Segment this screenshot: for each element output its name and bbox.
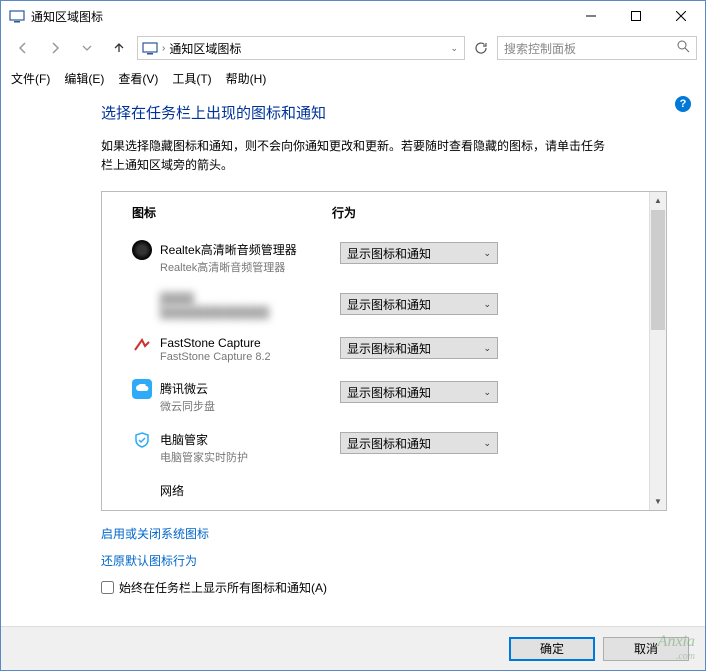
app-icon [132,291,152,311]
refresh-button[interactable] [469,36,493,60]
app-name: 腾讯微云 [160,380,340,397]
link-toggle-system-icons[interactable]: 启用或关闭系统图标 [101,525,685,542]
search-icon [677,40,690,56]
table-row: FastStone CaptureFastStone Capture 8.2显示… [102,327,649,371]
search-placeholder: 搜索控制面板 [504,40,576,57]
chevron-down-icon: ⌄ [483,387,491,398]
maximize-button[interactable] [613,2,658,31]
scrollbar[interactable]: ▲ ▼ [649,192,666,510]
app-subtitle: 微云同步盘 [160,398,340,414]
app-name: 电脑管家 [160,431,340,448]
behavior-select[interactable]: 显示图标和通知⌄ [340,293,498,315]
link-restore-defaults[interactable]: 还原默认图标行为 [101,552,685,569]
ok-button[interactable]: 确定 [509,637,595,661]
always-show-checkbox[interactable] [101,581,114,594]
recent-dropdown[interactable] [73,34,101,62]
page-heading: 选择在任务栏上出现的图标和通知 [101,102,685,123]
pcmanager-icon [132,430,152,450]
app-name: ████ [160,292,340,306]
app-subtitle: 电脑管家实时防护 [160,449,340,465]
table-row: 电脑管家电脑管家实时防护显示图标和通知⌄ [102,422,649,473]
chevron-down-icon: ⌄ [483,343,491,354]
links-section: 启用或关闭系统图标 还原默认图标行为 [101,525,685,569]
menu-edit[interactable]: 编辑(E) [64,70,104,87]
cancel-button[interactable]: 取消 [603,637,689,661]
page-description: 如果选择隐藏图标和通知，则不会向你通知更改和更新。若要随时查看隐藏的图标，请单击… [101,137,611,175]
app-subtitle: ██████████████ [160,307,340,319]
app-name: Realtek高清晰音频管理器 [160,241,340,258]
menu-file[interactable]: 文件(F) [11,70,50,87]
scroll-up-icon[interactable]: ▲ [650,192,666,209]
app-icon [9,8,25,24]
footer-buttons: 确定 取消 [1,626,705,670]
menu-tools[interactable]: 工具(T) [172,70,211,87]
table-row: Realtek高清晰音频管理器Realtek高清晰音频管理器显示图标和通知⌄ [102,232,649,283]
behavior-select[interactable]: 显示图标和通知⌄ [340,337,498,359]
scroll-down-icon[interactable]: ▼ [650,493,666,510]
tencent-weiyun-icon [132,379,152,399]
table-row: 网络 [102,473,649,509]
app-subtitle: FastStone Capture 8.2 [160,351,340,363]
scroll-thumb[interactable] [651,210,665,330]
app-subtitle: Realtek高清晰音频管理器 [160,259,340,275]
header-behavior: 行为 [332,204,649,221]
back-button[interactable] [9,34,37,62]
table-header: 图标 行为 [102,200,649,232]
breadcrumb-text: 通知区域图标 [169,40,241,57]
behavior-select[interactable]: 显示图标和通知⌄ [340,242,498,264]
breadcrumb-dropdown-icon[interactable]: ⌄ [448,43,460,54]
forward-button[interactable] [41,34,69,62]
chevron-down-icon: ⌄ [483,299,491,310]
app-name: FastStone Capture [160,336,340,350]
breadcrumb[interactable]: › 通知区域图标 ⌄ [137,36,465,60]
content-area: ? 选择在任务栏上出现的图标和通知 如果选择隐藏图标和通知，则不会向你通知更改和… [1,92,705,596]
monitor-icon [142,40,158,56]
menubar: 文件(F) 编辑(E) 查看(V) 工具(T) 帮助(H) [1,65,705,92]
search-input[interactable]: 搜索控制面板 [497,36,697,60]
app-icon [132,481,152,501]
table-row: ██████████████████显示图标和通知⌄ [102,283,649,327]
chevron-down-icon: ⌄ [483,248,491,259]
minimize-button[interactable] [568,2,613,31]
chevron-down-icon: ⌄ [483,438,491,449]
nav-toolbar: › 通知区域图标 ⌄ 搜索控制面板 [1,31,705,65]
realtek-icon [132,240,152,260]
close-button[interactable] [658,2,703,31]
menu-help[interactable]: 帮助(H) [226,70,267,87]
behavior-select[interactable]: 显示图标和通知⌄ [340,432,498,454]
header-icon: 图标 [132,204,332,221]
table-row: 腾讯微云微云同步盘显示图标和通知⌄ [102,371,649,422]
always-show-label: 始终在任务栏上显示所有图标和通知(A) [119,579,327,596]
faststone-icon [132,335,152,355]
always-show-checkbox-row: 始终在任务栏上显示所有图标和通知(A) [101,579,685,596]
behavior-select[interactable]: 显示图标和通知⌄ [340,381,498,403]
icon-list-panel: 图标 行为 Realtek高清晰音频管理器Realtek高清晰音频管理器显示图标… [101,191,667,511]
up-button[interactable] [105,34,133,62]
app-name: 网络 [160,482,340,499]
window-title: 通知区域图标 [31,8,568,25]
menu-view[interactable]: 查看(V) [118,70,158,87]
help-icon[interactable]: ? [675,96,691,112]
chevron-right-icon: › [162,43,165,54]
titlebar: 通知区域图标 [1,1,705,31]
